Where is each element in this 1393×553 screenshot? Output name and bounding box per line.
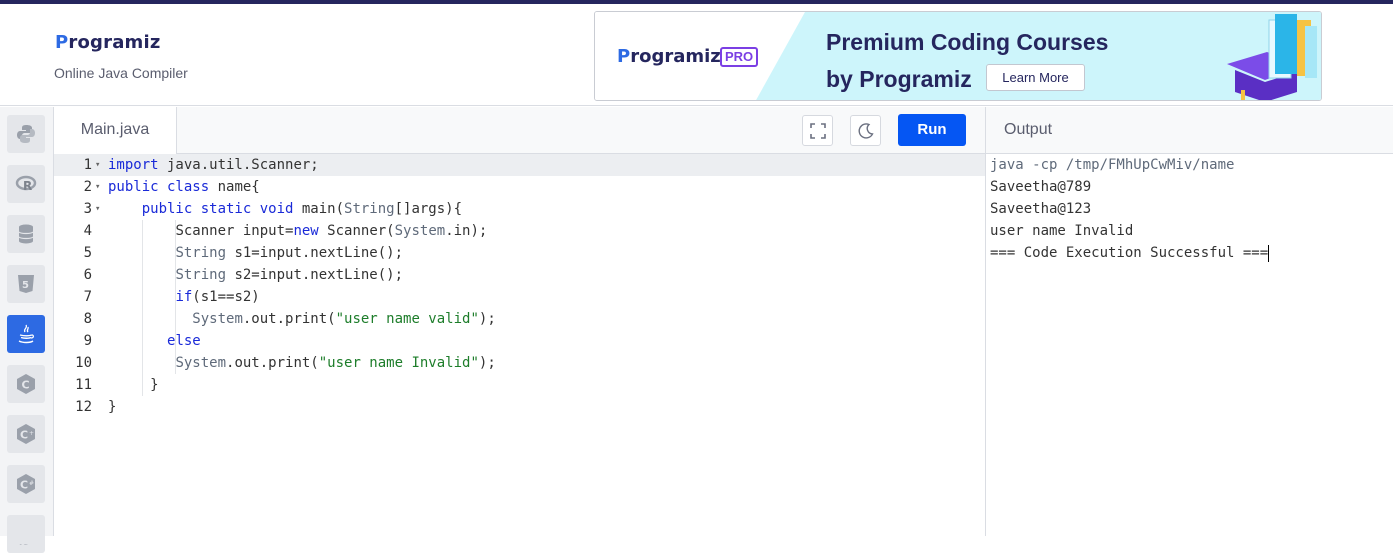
code-editor[interactable]: 1 ▾ import java.util.Scanner; 2 ▾ public c…: [54, 154, 985, 536]
csharp-language-button[interactable]: C #: [7, 465, 45, 503]
output-line: === Code Execution Successful ===: [990, 244, 1270, 262]
editor-toolbar: Main.java Run: [54, 107, 985, 154]
line-number: 7: [83, 289, 92, 305]
dark-mode-button[interactable]: [850, 115, 881, 146]
fold-toggle-icon[interactable]: ▾: [95, 176, 100, 198]
svg-text:R: R: [23, 179, 32, 193]
line-number: 5: [83, 245, 92, 261]
output-console[interactable]: java -cp /tmp/FMhUpCwMiv/name Saveetha@7…: [986, 154, 1393, 536]
database-icon: [18, 224, 34, 244]
programiz-logo[interactable]: Programiz: [55, 32, 161, 53]
learn-more-button[interactable]: Learn More: [986, 64, 1085, 91]
banner-logo: Programiz: [617, 46, 721, 67]
output-title: Output: [986, 107, 1393, 154]
svg-text:JS: JS: [18, 544, 29, 545]
line-number: 10: [75, 355, 92, 371]
c-icon: C: [17, 374, 35, 394]
cpp-language-button[interactable]: C +: [7, 415, 45, 453]
line-number: 6: [83, 267, 92, 283]
tab-main-java[interactable]: Main.java: [54, 107, 177, 154]
line-number: 2: [83, 179, 92, 195]
line-number: 11: [75, 377, 92, 393]
promo-banner[interactable]: Programiz PRO Premium Coding Courses by …: [594, 11, 1322, 101]
fold-toggle-icon[interactable]: ▾: [95, 198, 100, 220]
svg-text:+: +: [29, 430, 34, 437]
code-line[interactable]: 2 ▾ public class name{: [54, 176, 985, 198]
run-button[interactable]: Run: [898, 114, 966, 146]
line-number: 8: [83, 311, 92, 327]
fullscreen-button[interactable]: [802, 115, 833, 146]
line-number: 4: [83, 223, 92, 239]
html-language-button[interactable]: 5: [7, 265, 45, 303]
code-line[interactable]: 8 System.out.print("user name valid");: [54, 308, 985, 330]
python-language-button[interactable]: [7, 115, 45, 153]
site-header: Programiz Online Java Compiler Programiz…: [0, 4, 1393, 106]
code-line[interactable]: 10 System.out.print("user name Invalid")…: [54, 352, 985, 374]
moon-icon: [858, 122, 874, 139]
js-icon: JS: [18, 544, 29, 545]
line-number: 9: [83, 333, 92, 349]
svg-text:C: C: [22, 379, 30, 392]
code-line[interactable]: 7 if(s1==s2): [54, 286, 985, 308]
svg-text:C: C: [20, 429, 28, 442]
code-line[interactable]: 9 else: [54, 330, 985, 352]
page-subtitle: Online Java Compiler: [54, 65, 188, 81]
fold-toggle-icon[interactable]: ▾: [95, 154, 100, 176]
js-language-button[interactable]: JS: [7, 515, 45, 553]
banner-subheadline: by Programiz: [826, 66, 972, 92]
code-line[interactable]: 11 }: [54, 374, 985, 396]
pro-badge: PRO: [720, 47, 759, 67]
line-number: 12: [75, 399, 92, 415]
svg-text:C: C: [20, 479, 28, 492]
text-cursor: [1268, 244, 1270, 262]
cpp-icon: C +: [17, 424, 35, 444]
csharp-icon: C #: [17, 474, 35, 494]
books-graduation-cap-icon: [1227, 14, 1317, 100]
code-line[interactable]: 4 Scanner input=new Scanner(System.in);: [54, 220, 985, 242]
code-line[interactable]: 3 ▾ public static void main(String[]args)…: [54, 198, 985, 220]
code-line[interactable]: 6 String s2=input.nextLine();: [54, 264, 985, 286]
fullscreen-icon: [809, 122, 826, 139]
line-number: 3: [83, 201, 92, 217]
language-sidebar: R 5 C C+ C# JS: [0, 107, 54, 553]
r-icon: R: [15, 175, 37, 193]
svg-text:#: #: [29, 480, 34, 487]
sql-language-button[interactable]: [7, 215, 45, 253]
r-language-button[interactable]: R: [7, 165, 45, 203]
svg-text:5: 5: [22, 280, 29, 291]
line-number: 1: [83, 157, 92, 173]
python-icon: [17, 125, 35, 143]
java-icon: [18, 324, 34, 344]
output-line: Saveetha@123: [990, 201, 1092, 217]
banner-headline: Premium Coding Courses: [826, 29, 1109, 55]
code-line[interactable]: 1 ▾ import java.util.Scanner;: [54, 154, 985, 176]
java-language-button[interactable]: [7, 315, 45, 353]
output-line: Saveetha@789: [990, 179, 1092, 195]
output-line: user name Invalid: [990, 223, 1134, 239]
code-line[interactable]: 5 String s1=input.nextLine();: [54, 242, 985, 264]
c-language-button[interactable]: C: [7, 365, 45, 403]
html5-icon: 5: [18, 275, 34, 293]
code-line[interactable]: 12 }: [54, 396, 985, 418]
output-line: java -cp /tmp/FMhUpCwMiv/name: [990, 157, 1235, 173]
